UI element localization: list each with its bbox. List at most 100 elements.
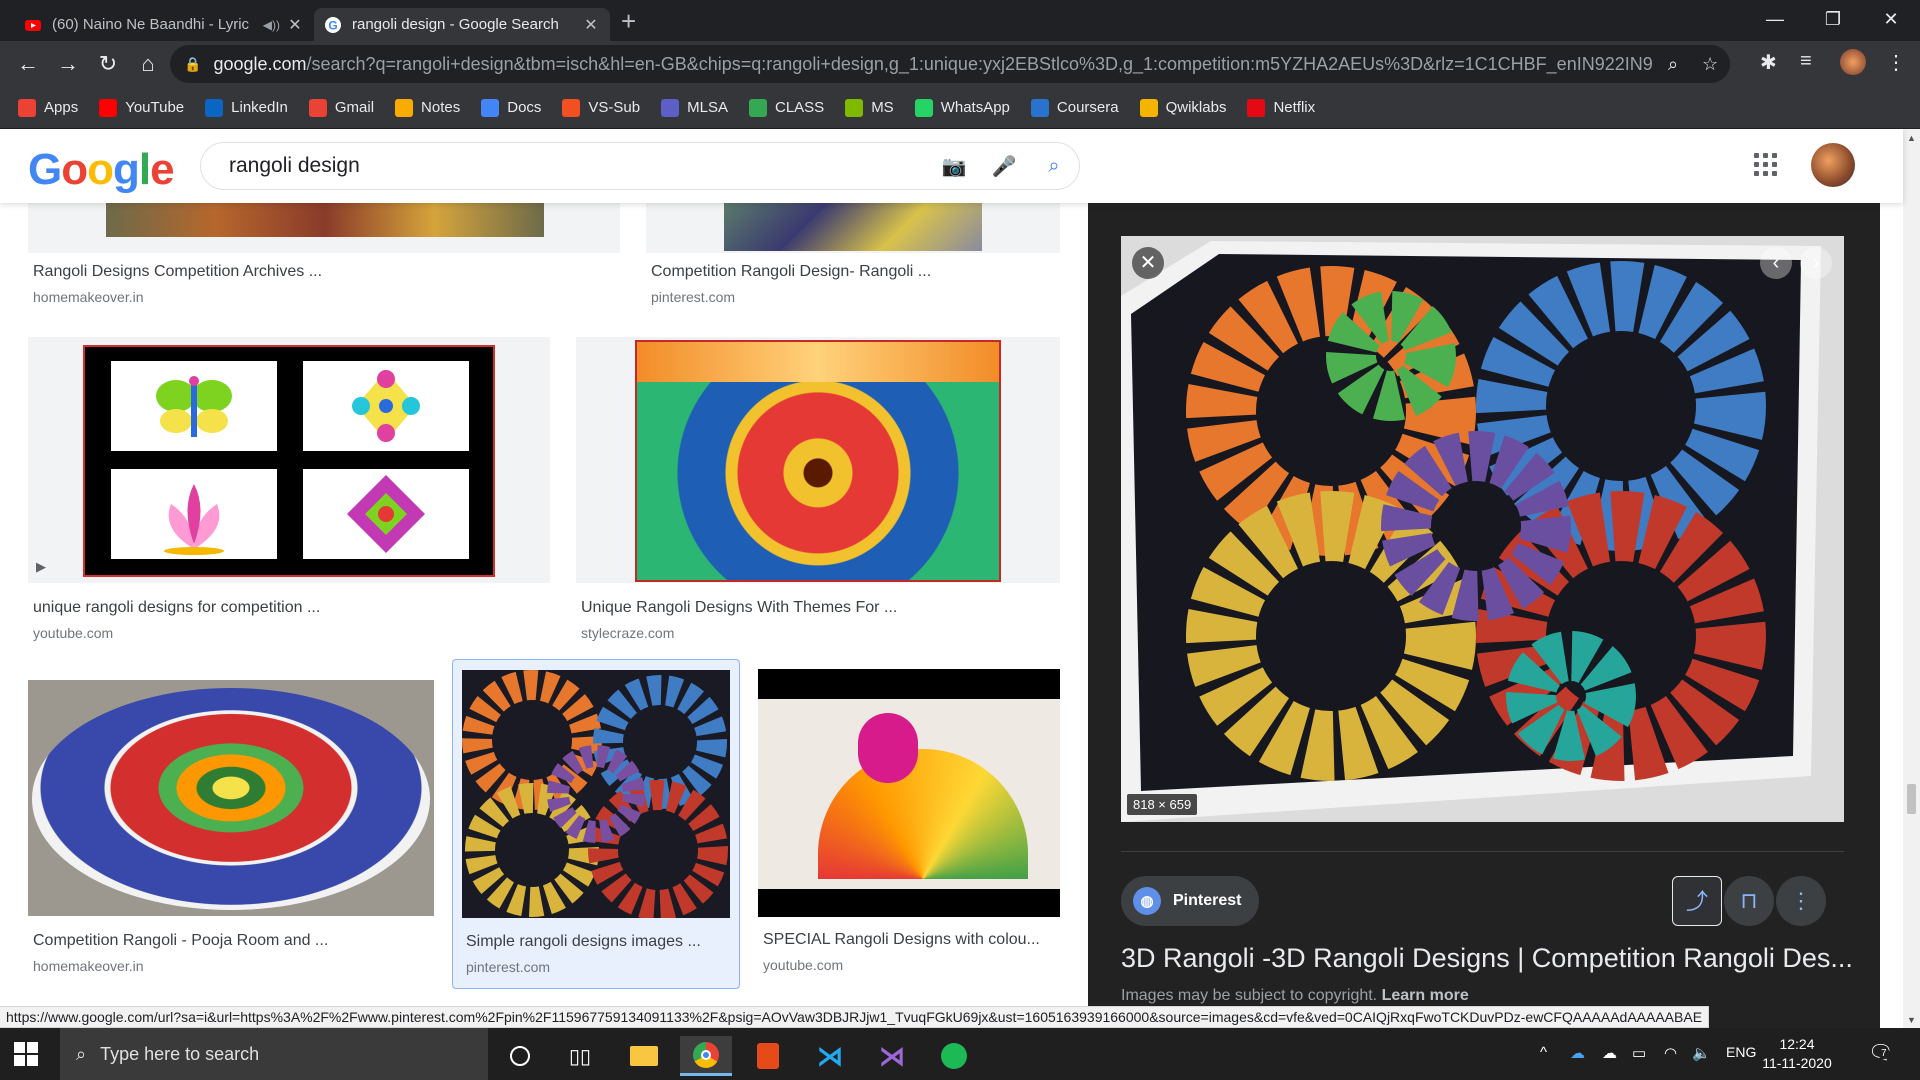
page-scrollbar[interactable]: ▲ ▼ — [1903, 129, 1920, 1028]
result-caption[interactable]: Rangoli Designs Competition Archives ... — [33, 263, 603, 281]
file-explorer-icon[interactable] — [618, 1036, 670, 1076]
share-button[interactable]: ⤴ — [1672, 876, 1722, 926]
result-thumbnail[interactable] — [576, 337, 1060, 583]
taskbar-search[interactable]: ⌕ Type here to search — [60, 1028, 488, 1080]
search-input[interactable]: rangoli design — [229, 154, 929, 178]
bookmark-linkedin[interactable]: LinkedIn — [205, 98, 288, 117]
result-caption[interactable]: SPECIAL Rangoli Designs with colou... — [763, 931, 1058, 949]
cloud-icon[interactable]: ☁ — [1602, 1044, 1617, 1062]
previous-image-icon[interactable]: ‹ — [1760, 247, 1792, 279]
home-button[interactable]: ⌂ — [132, 48, 164, 80]
result-card[interactable]: SPECIAL Rangoli Designs with colou... yo… — [758, 669, 1060, 989]
menu-icon[interactable]: ⋮ — [1886, 50, 1906, 75]
bookmark-docs[interactable]: Docs — [481, 98, 541, 117]
minimize-button[interactable]: — — [1750, 4, 1800, 34]
battery-icon[interactable]: ▭ — [1632, 1044, 1646, 1062]
bookmark-vs-sub[interactable]: VS-Sub — [562, 98, 640, 117]
result-card[interactable]: Unique Rangoli Designs With Themes For .… — [576, 337, 1060, 641]
preview-title[interactable]: 3D Rangoli -3D Rangoli Designs | Competi… — [1121, 943, 1851, 974]
chrome-icon[interactable] — [680, 1036, 732, 1076]
close-window-button[interactable]: ✕ — [1866, 4, 1916, 34]
extensions-icon[interactable]: ✱ — [1760, 50, 1777, 75]
bookmark-netflix[interactable]: Netflix — [1247, 98, 1315, 117]
scroll-down-icon[interactable]: ▼ — [1903, 1015, 1920, 1025]
result-source[interactable]: youtube.com — [763, 957, 843, 973]
reload-button[interactable]: ↻ — [92, 48, 124, 80]
source-button[interactable]: ◍ Pinterest — [1121, 876, 1260, 926]
result-card-selected[interactable]: Simple rangoli designs images ... pinter… — [452, 659, 740, 989]
language-indicator[interactable]: ENG — [1726, 1044, 1756, 1060]
search-icon[interactable]: ⌕ — [1029, 155, 1079, 178]
save-bookmark-button[interactable]: ⊓ — [1724, 876, 1774, 926]
close-tab-icon[interactable]: ✕ — [582, 15, 600, 35]
more-options-button[interactable]: ⋮ — [1776, 876, 1826, 926]
result-source[interactable]: homemakeover.in — [33, 289, 144, 305]
result-caption[interactable]: Simple rangoli designs images ... — [466, 933, 734, 951]
result-thumbnail[interactable] — [28, 680, 434, 916]
bookmark-mlsa[interactable]: MLSA — [661, 98, 728, 117]
result-caption[interactable]: unique rangoli designs for competition .… — [33, 599, 533, 617]
result-card[interactable]: Competition Rangoli - Pooja Room and ...… — [28, 680, 434, 980]
bookmark-whatsapp[interactable]: WhatsApp — [914, 98, 1010, 117]
scroll-up-icon[interactable]: ▲ — [1903, 133, 1920, 143]
result-card[interactable]: Rangoli Designs Competition Archives ...… — [28, 203, 620, 313]
result-thumbnail[interactable] — [28, 203, 620, 253]
volume-icon[interactable]: 🔈 — [1692, 1044, 1711, 1062]
result-card[interactable]: ▶ unique rangoli designs for competition… — [28, 337, 550, 641]
close-preview-icon[interactable]: ✕ — [1132, 247, 1164, 279]
lock-icon[interactable]: 🔒 — [184, 56, 201, 73]
bookmark-star-icon[interactable]: ☆ — [1702, 54, 1718, 75]
url-text[interactable]: google.com/search?q=rangoli+design&tbm=i… — [213, 54, 1653, 75]
result-thumbnail[interactable] — [758, 669, 1060, 917]
google-apps-icon[interactable] — [1754, 153, 1780, 179]
restore-button[interactable]: ❐ — [1808, 4, 1858, 34]
result-source[interactable]: pinterest.com — [651, 289, 735, 305]
close-tab-icon[interactable]: ✕ — [286, 15, 304, 35]
windows-start-icon[interactable] — [14, 1042, 38, 1066]
new-tab-button[interactable]: + — [621, 8, 636, 34]
wifi-icon[interactable]: ◠ — [1664, 1044, 1677, 1062]
google-logo[interactable]: Google — [28, 145, 175, 195]
tab-youtube[interactable]: (60) Naino Ne Baandhi - Lyric ◀)) ✕ — [14, 8, 314, 41]
system-clock[interactable]: 12:24 11-11-2020 — [1762, 1035, 1832, 1073]
result-caption[interactable]: Competition Rangoli Design- Rangoli ... — [651, 263, 1051, 281]
result-caption[interactable]: Unique Rangoli Designs With Themes For .… — [581, 599, 1051, 617]
result-card[interactable]: Competition Rangoli Design- Rangoli ... … — [646, 203, 1060, 313]
media-control-icon[interactable]: ≡ — [1800, 50, 1812, 73]
notifications-icon[interactable]: 🗨7 — [1868, 1040, 1893, 1065]
bookmark-apps[interactable]: Apps — [18, 98, 78, 117]
result-source[interactable]: youtube.com — [33, 625, 113, 641]
audio-playing-icon[interactable]: ◀)) — [263, 18, 280, 32]
result-caption[interactable]: Competition Rangoli - Pooja Room and ... — [33, 932, 423, 950]
vscode-icon[interactable]: ⋊ — [804, 1036, 856, 1076]
learn-more-link[interactable]: Learn more — [1382, 987, 1469, 1004]
bookmark-gmail[interactable]: Gmail — [308, 98, 374, 117]
next-image-icon[interactable]: › — [1800, 247, 1832, 279]
search-box[interactable]: rangoli design 📷 🎤 ⌕ — [200, 142, 1080, 190]
show-hidden-icons[interactable]: ^ — [1540, 1044, 1547, 1061]
bookmark-coursera[interactable]: Coursera — [1030, 98, 1119, 117]
account-avatar[interactable] — [1811, 143, 1855, 187]
visual-studio-icon[interactable]: ⋊ — [866, 1036, 918, 1076]
result-thumbnail[interactable]: ▶ — [28, 337, 550, 583]
result-source[interactable]: stylecraze.com — [581, 625, 674, 641]
bookmark-qwiklabs[interactable]: Qwiklabs — [1139, 98, 1226, 117]
zoom-icon[interactable]: ⌕ — [1668, 54, 1678, 75]
spotify-icon[interactable] — [928, 1036, 980, 1076]
microphone-icon[interactable]: 🎤 — [979, 154, 1029, 179]
bookmark-class[interactable]: CLASS — [748, 98, 824, 117]
bookmark-youtube[interactable]: YouTube — [99, 98, 184, 117]
office-icon[interactable] — [742, 1036, 794, 1076]
camera-icon[interactable]: 📷 — [929, 154, 979, 179]
tab-google-search[interactable]: G rangoli design - Google Search ✕ — [314, 8, 610, 41]
scroll-thumb[interactable] — [1907, 784, 1916, 814]
result-source[interactable]: homemakeover.in — [33, 958, 144, 974]
back-button[interactable]: ← — [12, 48, 44, 80]
onedrive-icon[interactable]: ☁ — [1570, 1044, 1585, 1062]
address-bar[interactable]: 🔒 google.com/search?q=rangoli+design&tbm… — [170, 45, 1730, 83]
bookmark-ms[interactable]: MS — [845, 98, 894, 117]
bookmark-notes[interactable]: Notes — [395, 98, 460, 117]
result-thumbnail[interactable] — [462, 670, 730, 918]
cortana-icon[interactable] — [494, 1036, 546, 1076]
profile-avatar[interactable] — [1840, 49, 1866, 75]
